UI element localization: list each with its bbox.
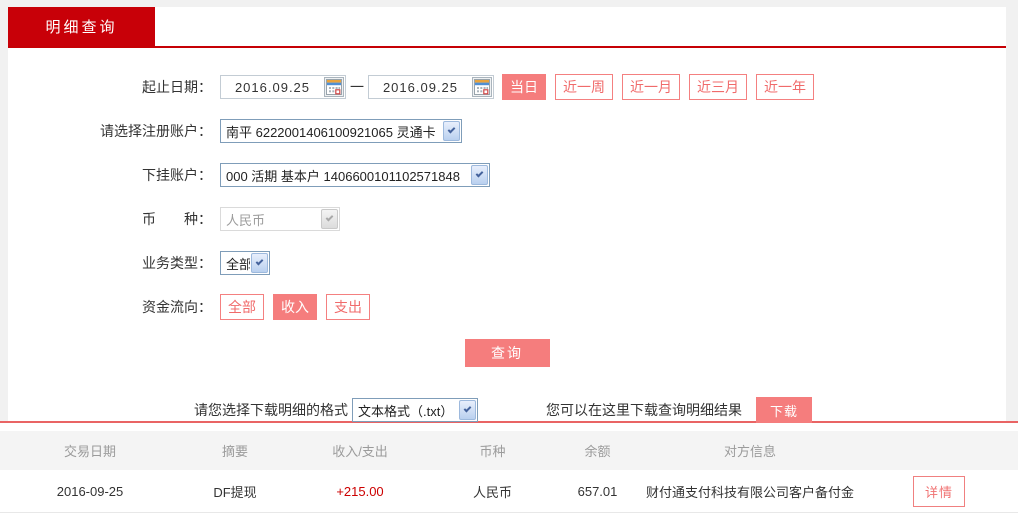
sub-account-select[interactable]: 000 活期 基本户 1406600101102571848 xyxy=(220,163,490,187)
start-date-calendar-button[interactable] xyxy=(324,77,344,97)
tab-bar: 明细查询 xyxy=(8,7,1006,48)
trade-date-cell: 2016-09-25 xyxy=(56,483,124,499)
date-quick-button[interactable]: 当日 xyxy=(502,74,546,100)
counterparty-cell: 财付通支付科技有限公司客户备付金 xyxy=(645,484,854,500)
table-gap xyxy=(0,423,1018,431)
fund-direction-label: 资金流向： xyxy=(142,299,212,315)
sub-account-row: 下挂账户： 000 活期 基本户 1406600101102571848 xyxy=(8,163,1006,187)
detail-button[interactable]: 详情 xyxy=(912,475,965,507)
register-account-label: 请选择注册账户： xyxy=(100,123,212,139)
start-date-input[interactable]: 2016.09.25 xyxy=(220,75,346,99)
table-footer xyxy=(0,513,1018,519)
currency-value: 人民币 xyxy=(226,212,266,228)
chevron-down-icon[interactable] xyxy=(459,400,476,420)
end-date-value[interactable]: 2016.09.25 xyxy=(369,80,472,95)
sub-account-value: 000 活期 基本户 1406600101102571848 xyxy=(226,168,460,184)
fund-direction-buttons: 全部 收入 支出 xyxy=(212,294,370,320)
amount-cell: +215.00 xyxy=(336,483,384,499)
table-header-row: 交易日期 摘要 收入/支出 币种 余额 对方信息 xyxy=(0,431,1018,470)
date-quick-button[interactable]: 近三月 xyxy=(689,74,747,100)
business-type-row: 业务类型： 全部 xyxy=(8,251,1006,275)
currency-label: 币 种： xyxy=(142,211,212,227)
page-background: 明细查询 起止日期： 2016.09.25 一 2016.09.25 当日 近一… xyxy=(0,0,1018,423)
action-cell: 详情 xyxy=(860,475,1018,507)
balance-cell: 657.01 xyxy=(577,483,618,499)
fund-direction-button[interactable]: 全部 xyxy=(220,294,264,320)
currency-select: 人民币 xyxy=(220,207,340,231)
register-account-row: 请选择注册账户： 南平 6222001406100921065 灵通卡 xyxy=(8,119,1006,143)
chevron-down-icon[interactable] xyxy=(443,121,460,141)
download-button[interactable]: 下载 xyxy=(756,397,812,423)
date-quick-button[interactable]: 近一年 xyxy=(756,74,814,100)
date-range-controls: 2016.09.25 一 2016.09.25 当日 近一周 近一月 近三月 近… xyxy=(220,74,814,100)
date-quick-buttons: 当日 近一周 近一月 近三月 近一年 xyxy=(494,74,814,100)
end-date-input[interactable]: 2016.09.25 xyxy=(368,75,494,99)
start-date-value[interactable]: 2016.09.25 xyxy=(221,80,324,95)
table-header-cell: 余额 xyxy=(584,444,611,459)
table-row: 2016-09-25 DF提现 +215.00 人民币 657.01 财付通支付科技有限公… xyxy=(0,470,1018,513)
chevron-down-icon[interactable] xyxy=(251,253,268,273)
business-type-label: 业务类型： xyxy=(142,255,212,271)
table-header-cell: 收入/支出 xyxy=(332,444,388,459)
date-quick-button[interactable]: 近一月 xyxy=(622,74,680,100)
table-header-cell: 交易日期 xyxy=(63,444,116,459)
table-header-cell: 对方信息 xyxy=(723,444,776,459)
fund-direction-row: 资金流向： 全部 收入 支出 xyxy=(8,294,1006,320)
query-button[interactable]: 查询 xyxy=(464,339,550,367)
date-quick-button[interactable]: 近一周 xyxy=(555,74,613,100)
register-account-value: 南平 6222001406100921065 灵通卡 xyxy=(226,124,436,140)
fund-direction-button[interactable]: 支出 xyxy=(326,294,370,320)
register-account-select[interactable]: 南平 6222001406100921065 灵通卡 xyxy=(220,119,462,143)
table-header-cell: 币种 xyxy=(479,444,506,459)
chevron-down-icon[interactable] xyxy=(471,165,488,185)
table-body: 2016-09-25 DF提现 +215.00 人民币 657.01 财付通支付科技有限公… xyxy=(0,470,1018,513)
chevron-down-icon xyxy=(321,209,338,229)
business-type-select[interactable]: 全部 xyxy=(220,251,270,275)
end-date-calendar-button[interactable] xyxy=(472,77,492,97)
download-hint: 您可以在这里下载查询明细结果 xyxy=(546,402,742,418)
download-format-value: 文本格式（.txt） xyxy=(358,403,454,419)
query-form: 起止日期： 2016.09.25 一 2016.09.25 当日 近一周 近一月… xyxy=(8,48,1006,423)
fund-direction-button[interactable]: 收入 xyxy=(273,294,317,320)
date-range-label: 起止日期： xyxy=(142,79,212,95)
query-panel: 明细查询 起止日期： 2016.09.25 一 2016.09.25 当日 近一… xyxy=(8,7,1006,423)
summary-cell: DF提现 xyxy=(213,484,257,500)
download-row: 请您选择下载明细的格式 文本格式（.txt） 您可以在这里下载查询明细结果 下载 xyxy=(194,397,1006,423)
business-type-value: 全部 xyxy=(226,256,250,272)
calendar-icon xyxy=(474,79,490,95)
currency-cell: 人民币 xyxy=(472,484,512,500)
date-range-separator: 一 xyxy=(350,79,364,95)
sub-account-label: 下挂账户： xyxy=(142,167,212,183)
calendar-icon xyxy=(326,79,342,95)
currency-row: 币 种： 人民币 xyxy=(8,207,1006,231)
download-format-label: 请您选择下载明细的格式 xyxy=(194,402,348,418)
date-range-row: 起止日期： 2016.09.25 一 2016.09.25 当日 近一周 近一月… xyxy=(8,74,1006,100)
download-format-select[interactable]: 文本格式（.txt） xyxy=(352,398,478,422)
table-header-cell: 摘要 xyxy=(221,444,248,459)
tab-detail-query[interactable]: 明细查询 xyxy=(8,7,155,46)
